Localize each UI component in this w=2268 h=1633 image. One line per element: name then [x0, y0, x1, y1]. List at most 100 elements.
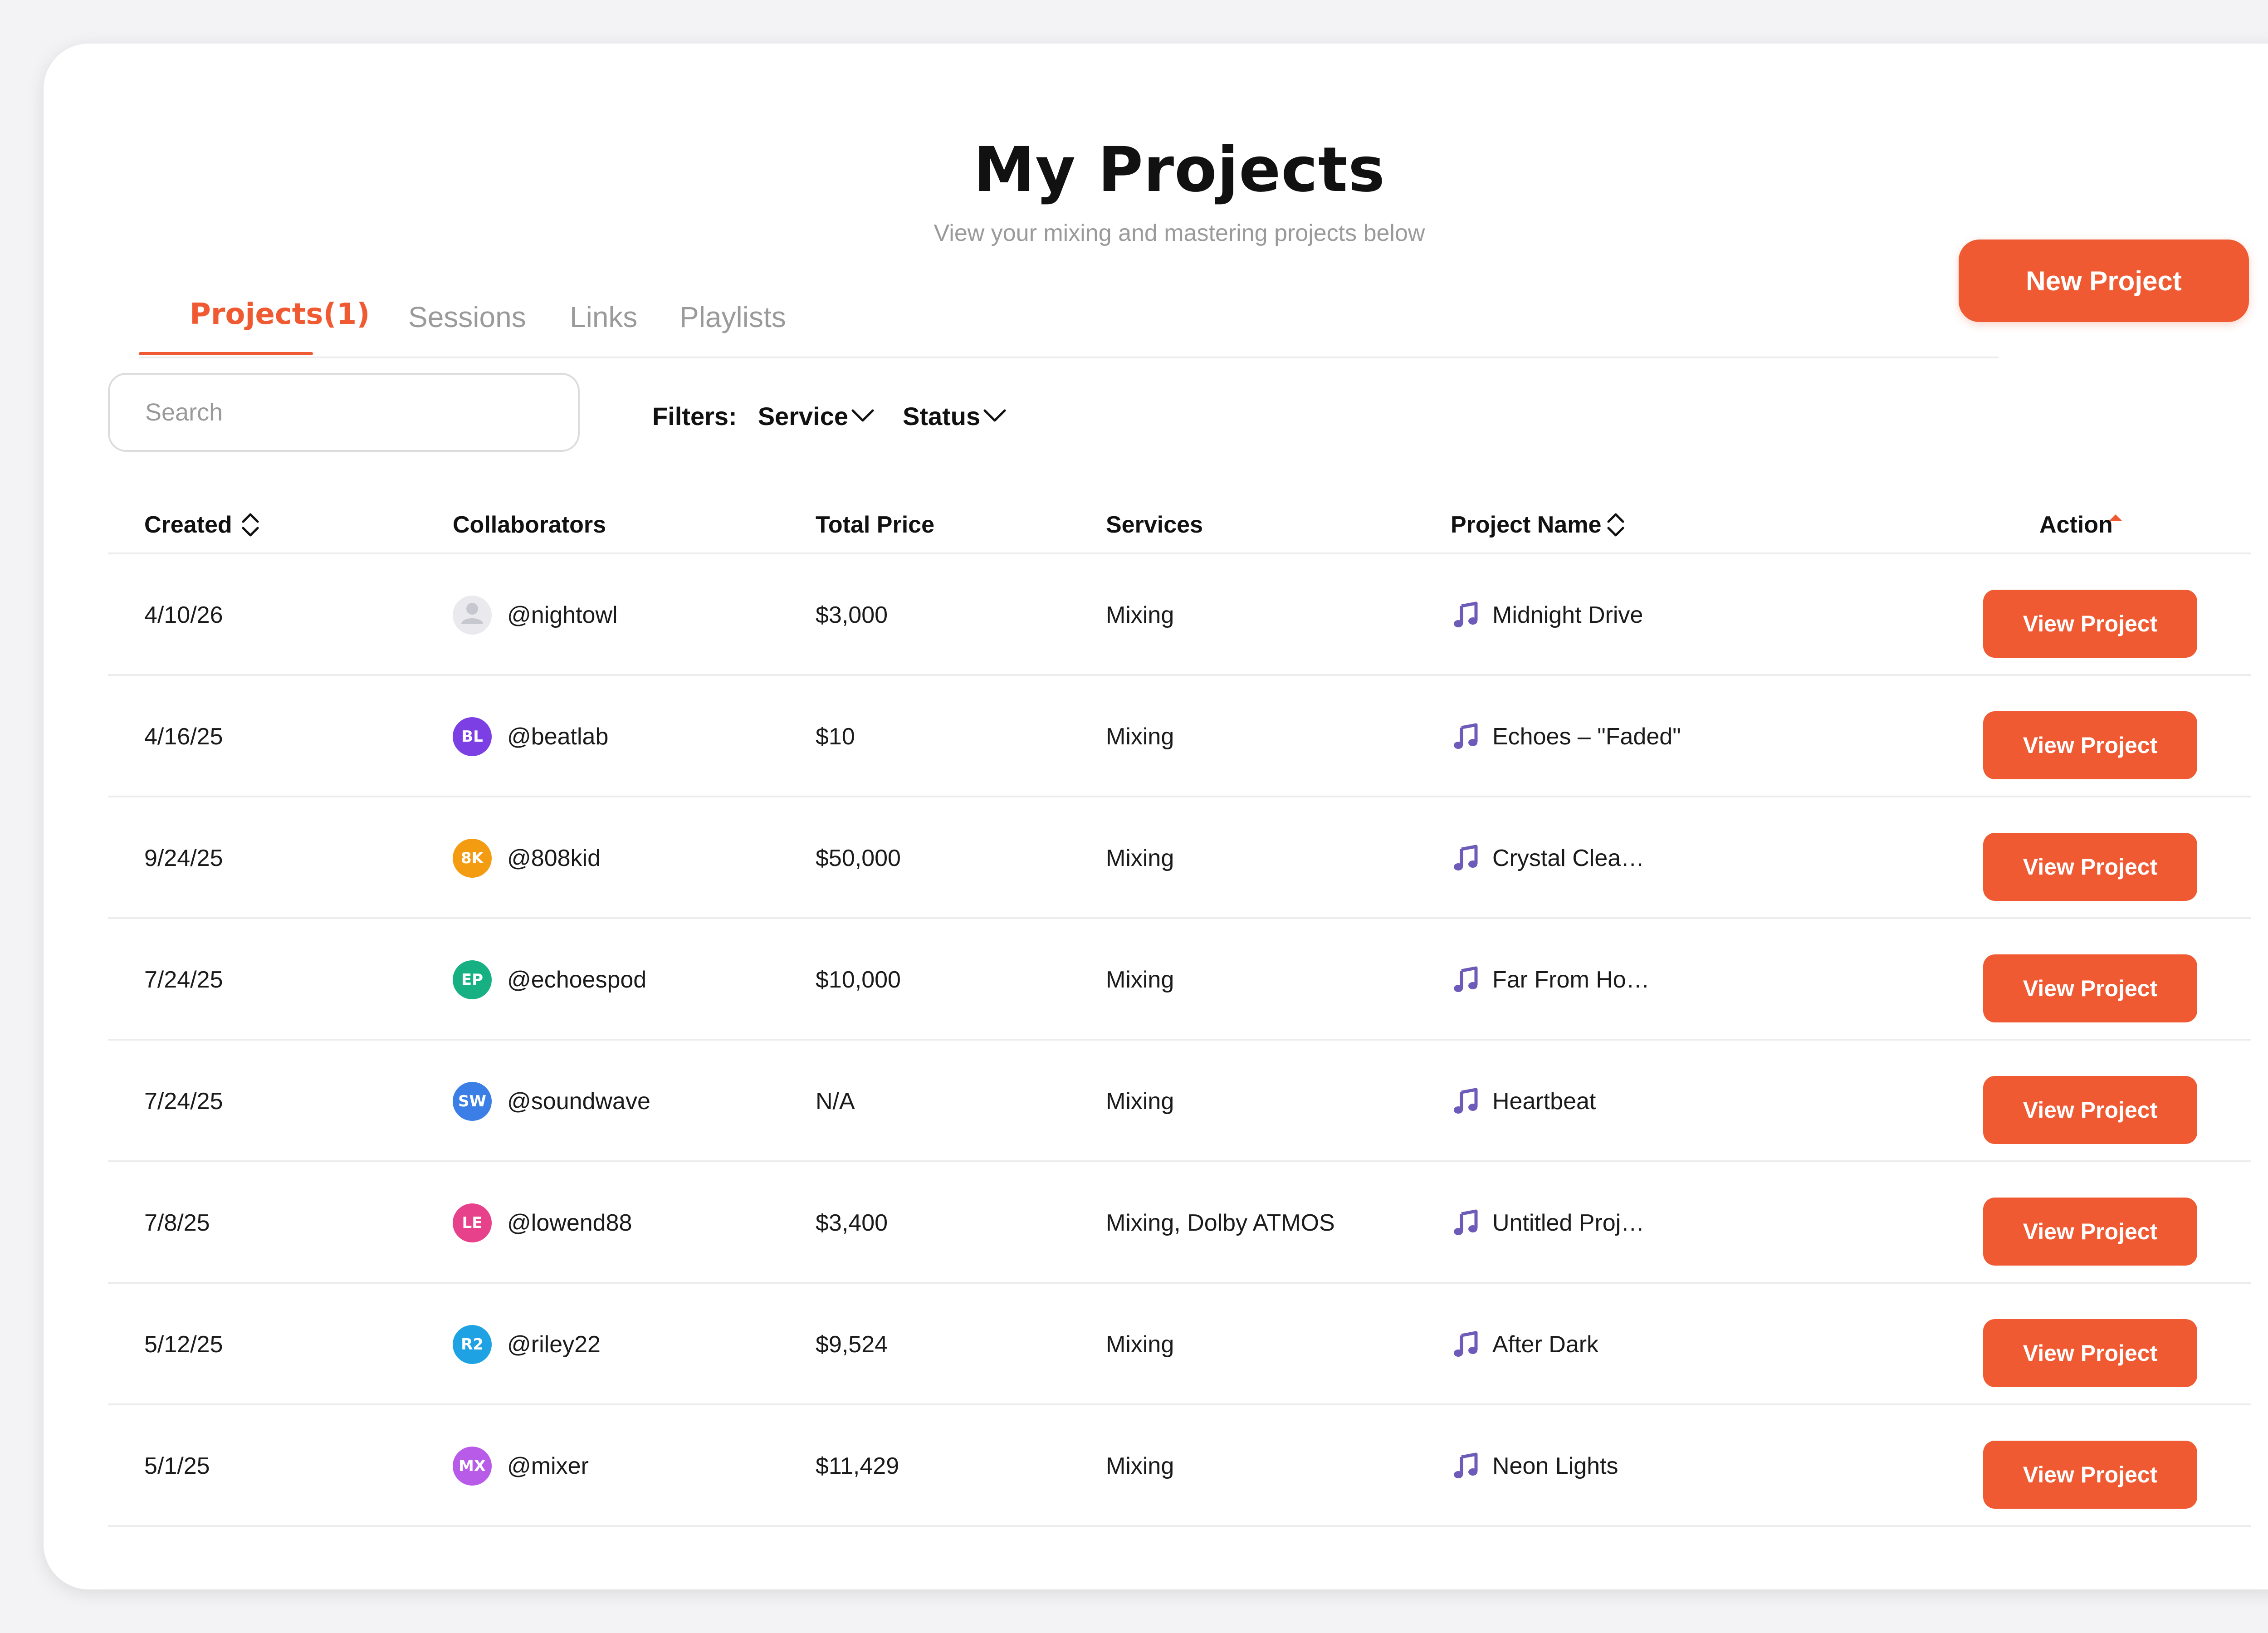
- collaborator-handle: @mixer: [507, 1453, 589, 1479]
- collaborator-handle: @echoespod: [507, 967, 647, 993]
- table-row: 7/24/25 EP @echoespod $10,000 Mixing Far…: [108, 919, 2251, 1041]
- collaborator-cell: LE @lowend88: [453, 1162, 632, 1284]
- created-date: 4/10/26: [144, 602, 223, 628]
- view-project-button[interactable]: View Project: [1983, 833, 2197, 901]
- project-name: Heartbeat: [1492, 1088, 1596, 1115]
- view-project-button[interactable]: View Project: [1983, 1319, 2197, 1387]
- service-filter-dropdown[interactable]: Service: [758, 401, 875, 431]
- project-name-cell: Neon Lights: [1453, 1405, 1618, 1527]
- column-action-label: Action: [2039, 512, 2113, 538]
- status-filter-label: Status: [902, 401, 981, 430]
- view-project-button[interactable]: View Project: [1983, 1198, 2197, 1266]
- tab-playlists[interactable]: Playlists: [679, 300, 786, 334]
- avatar: 8K: [453, 839, 492, 878]
- project-name-cell: Far From Ho…: [1453, 919, 1650, 1041]
- services-value: Mixing: [1106, 967, 1174, 993]
- avatar: SW: [453, 1082, 492, 1121]
- table-row: 4/16/25 BL @beatlab $10 Mixing Echoes – …: [108, 676, 2251, 797]
- music-note-icon: [1453, 845, 1479, 872]
- table-row: 5/12/25 R2 @riley22 $9,524 Mixing After …: [108, 1284, 2251, 1405]
- music-note-icon: [1453, 723, 1479, 750]
- services-value: Mixing: [1106, 602, 1174, 628]
- project-name-cell: Echoes – "Faded": [1453, 676, 1681, 797]
- collaborator-handle: @nightowl: [507, 602, 618, 628]
- new-project-button[interactable]: New Project: [1959, 240, 2249, 322]
- total-price: N/A: [816, 1088, 855, 1115]
- total-price: $10: [816, 724, 855, 750]
- view-project-button[interactable]: View Project: [1983, 954, 2197, 1022]
- column-created[interactable]: Created: [144, 510, 264, 540]
- column-action[interactable]: Action: [2039, 510, 2125, 540]
- music-note-icon: [1453, 1088, 1479, 1115]
- column-project-name[interactable]: Project Name: [1451, 510, 1628, 540]
- project-name: Neon Lights: [1492, 1453, 1618, 1479]
- table-body: 4/10/26 @nightowl $3,000 Mixing Midnight…: [108, 554, 2251, 1527]
- created-date: 7/8/25: [144, 1210, 210, 1236]
- collaborator-handle: @beatlab: [507, 724, 609, 750]
- music-note-icon: [1453, 1331, 1479, 1358]
- project-name-cell: Untitled Proj…: [1453, 1162, 1644, 1284]
- services-value: Mixing: [1106, 845, 1174, 871]
- sort-asc-icon[interactable]: [2107, 509, 2125, 527]
- music-note-icon: [1453, 601, 1479, 629]
- total-price: $3,000: [816, 602, 888, 628]
- column-created-label: Created: [144, 512, 232, 538]
- sort-updown-icon[interactable]: [237, 510, 264, 540]
- collaborator-cell: SW @soundwave: [453, 1041, 650, 1162]
- collaborator-cell: 8K @808kid: [453, 797, 601, 919]
- view-project-button[interactable]: View Project: [1983, 1441, 2197, 1509]
- table-row: 7/24/25 SW @soundwave N/A Mixing Heartbe…: [108, 1041, 2251, 1162]
- project-name: Far From Ho…: [1492, 967, 1650, 993]
- column-services: Services: [1106, 512, 1203, 538]
- total-price: $3,400: [816, 1210, 888, 1236]
- collaborator-cell: BL @beatlab: [453, 676, 608, 797]
- filters-label: Filters:: [652, 401, 737, 430]
- service-filter-label: Service: [758, 401, 848, 430]
- services-value: Mixing: [1106, 1088, 1174, 1115]
- chevron-down-icon: [851, 409, 874, 422]
- services-value: Mixing: [1106, 1331, 1174, 1358]
- collaborator-cell: @nightowl: [453, 554, 618, 676]
- project-name-cell: Midnight Drive: [1453, 554, 1643, 676]
- created-date: 9/24/25: [144, 845, 223, 871]
- view-project-button[interactable]: View Project: [1983, 590, 2197, 658]
- created-date: 7/24/25: [144, 1088, 223, 1115]
- created-date: 4/16/25: [144, 724, 223, 750]
- page-title: My Projects: [973, 134, 1385, 206]
- total-price: $10,000: [816, 967, 901, 993]
- project-name: Crystal Clea…: [1492, 845, 1645, 871]
- collaborator-handle: @riley22: [507, 1331, 601, 1358]
- column-project-name-label: Project Name: [1451, 512, 1602, 538]
- avatar: LE: [453, 1203, 492, 1242]
- tab-sessions[interactable]: Sessions: [408, 300, 526, 334]
- collaborator-handle: @soundwave: [507, 1088, 650, 1115]
- project-name: Untitled Proj…: [1492, 1210, 1645, 1236]
- created-date: 5/12/25: [144, 1331, 223, 1358]
- active-tab-indicator: [139, 352, 313, 355]
- tab-bar: Projects(1) Sessions Links Playlists: [139, 296, 1999, 358]
- total-price: $11,429: [816, 1453, 899, 1479]
- page-subtitle: View your mixing and mastering projects …: [934, 220, 1425, 246]
- project-name: After Dark: [1492, 1331, 1599, 1358]
- table-row: 7/8/25 LE @lowend88 $3,400 Mixing, Dolby…: [108, 1162, 2251, 1284]
- status-filter-dropdown[interactable]: Status: [903, 401, 1007, 431]
- project-name: Echoes – "Faded": [1492, 724, 1681, 750]
- table-header: Created Collaborators Total Price Servic…: [108, 502, 2251, 554]
- tab-projects[interactable]: Projects(1): [190, 298, 370, 331]
- project-name-cell: After Dark: [1453, 1284, 1598, 1405]
- view-project-button[interactable]: View Project: [1983, 711, 2197, 779]
- search-input[interactable]: Search: [108, 373, 580, 452]
- avatar: MX: [453, 1447, 492, 1486]
- avatar: BL: [453, 717, 492, 756]
- services-value: Mixing: [1106, 1453, 1174, 1479]
- column-total-price: Total Price: [816, 512, 935, 538]
- project-name: Midnight Drive: [1492, 602, 1643, 628]
- view-project-button[interactable]: View Project: [1983, 1076, 2197, 1144]
- music-note-icon: [1453, 966, 1479, 993]
- sort-updown-icon[interactable]: [1603, 510, 1628, 540]
- tab-links[interactable]: Links: [570, 300, 637, 334]
- table-row: 5/1/25 MX @mixer $11,429 Mixing Neon Lig…: [108, 1405, 2251, 1527]
- collaborator-cell: EP @echoespod: [453, 919, 646, 1041]
- project-name-cell: Crystal Clea…: [1453, 797, 1644, 919]
- collaborator-handle: @lowend88: [507, 1210, 632, 1236]
